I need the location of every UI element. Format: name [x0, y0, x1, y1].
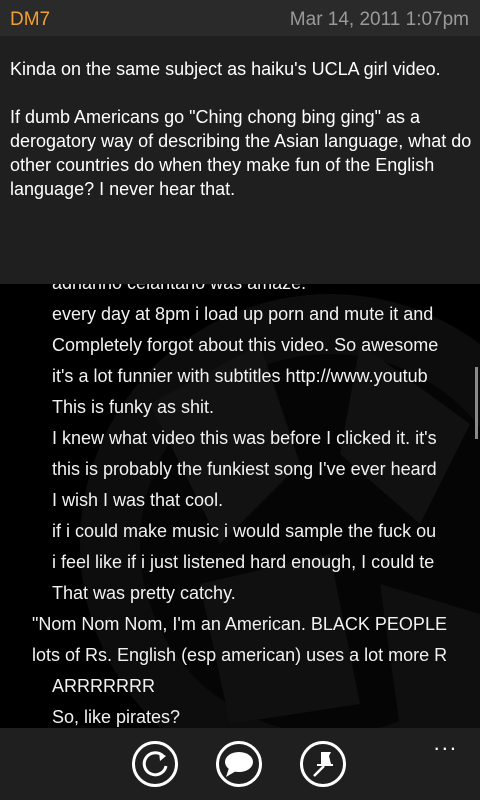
post-paragraph: If dumb Americans go "Ching chong bing g…	[10, 107, 472, 199]
comment-list[interactable]: adrianno celantano was amaze.every day a…	[0, 284, 480, 728]
post-timestamp: Mar 14, 2011 1:07pm	[289, 9, 469, 30]
comment-item[interactable]: i feel like if i just listened hard enou…	[0, 547, 480, 578]
comment-icon	[225, 752, 253, 777]
comment-item[interactable]: lots of Rs. English (esp american) uses …	[0, 640, 480, 671]
comment-item[interactable]: So, like pirates?	[0, 702, 480, 728]
comment-item[interactable]: ARRRRRRR	[0, 671, 480, 702]
comment-item[interactable]: This is funky as shit.	[0, 392, 480, 423]
comment-item[interactable]: it's a lot funnier with subtitles http:/…	[0, 361, 480, 392]
comment-list-viewport[interactable]: adrianno celantano was amaze.every day a…	[0, 284, 480, 728]
post-header: DM7 Mar 14, 2011 1:07pm	[0, 0, 480, 36]
post-author[interactable]: DM7	[10, 9, 50, 31]
comment-item[interactable]: I knew what video this was before I clic…	[0, 423, 480, 454]
post-panel: DM7 Mar 14, 2011 1:07pm Kinda on the sam…	[0, 0, 480, 284]
more-options-button[interactable]: ...	[434, 732, 458, 754]
comment-button[interactable]	[216, 741, 262, 787]
comment-item[interactable]: "Nom Nom Nom, I'm an American. BLACK PEO…	[0, 609, 480, 640]
app-bar: ...	[0, 728, 480, 800]
scrollbar-thumb[interactable]	[475, 367, 478, 439]
comment-item[interactable]: Completely forgot about this video. So a…	[0, 330, 480, 361]
comment-item[interactable]: I wish I was that cool.	[0, 485, 480, 516]
comment-item[interactable]: if i could make music i would sample the…	[0, 516, 480, 547]
pin-icon	[313, 752, 333, 777]
post-paragraph: Kinda on the same subject as haiku's UCL…	[10, 59, 441, 79]
refresh-icon	[142, 751, 168, 777]
comment-item[interactable]: this is probably the funkiest song I've …	[0, 454, 480, 485]
refresh-button[interactable]	[132, 741, 178, 787]
comment-item[interactable]: adrianno celantano was amaze.	[0, 284, 480, 299]
comment-item[interactable]: That was pretty catchy.	[0, 578, 480, 609]
comment-item[interactable]: every day at 8pm i load up porn and mute…	[0, 299, 480, 330]
post-body: Kinda on the same subject as haiku's UCL…	[10, 57, 472, 225]
pin-button[interactable]	[300, 741, 346, 787]
